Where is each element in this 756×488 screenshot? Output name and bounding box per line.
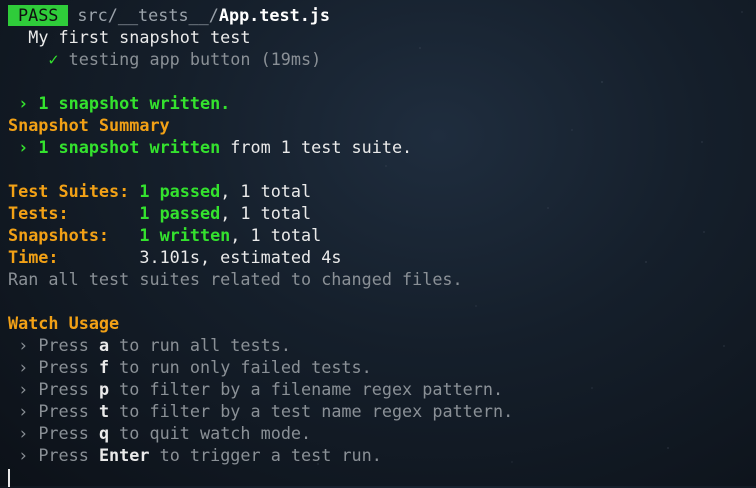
watch-item-t: › Press t to filter by a test name regex…: [8, 400, 752, 422]
watch-item-description: to quit watch mode.: [109, 423, 312, 443]
chevron-right-icon: ›: [18, 445, 29, 465]
results-footer-text: Ran all test suites related to changed f…: [8, 269, 463, 289]
chevron-right-icon: ›: [18, 357, 29, 377]
watch-item-prefix: Press: [38, 401, 99, 421]
snapshot-summary-title: Snapshot Summary: [8, 115, 170, 135]
suites-total: , 1 total: [220, 181, 312, 201]
watch-item-prefix: Press: [38, 379, 99, 399]
results-snapshots-row: Snapshots: 1 written, 1 total: [8, 224, 752, 246]
suites-label: Test Suites:: [8, 181, 130, 201]
snapshots-written: 1 written: [139, 225, 231, 245]
watch-item-description: to run all tests.: [109, 335, 291, 355]
watch-item-a: › Press a to run all tests.: [8, 334, 752, 356]
snapshot-summary-heading: Snapshot Summary: [8, 114, 752, 136]
chevron-right-icon: ›: [18, 335, 29, 355]
terminal-output: PASS src/__tests__/App.test.js My first s…: [8, 4, 752, 488]
watch-item-description: to trigger a test run.: [149, 445, 382, 465]
watch-item-key: Enter: [98, 445, 150, 465]
results-suites-row: Test Suites: 1 passed, 1 total: [8, 180, 752, 202]
chevron-right-icon: ›: [18, 137, 29, 157]
test-file-dir: src/__tests__/: [77, 5, 219, 25]
suite-name: My first snapshot test: [28, 27, 251, 47]
test-case-row: ✓ testing app button (19ms): [8, 48, 752, 70]
results-time-row: Time: 3.101s, estimated 4s: [8, 246, 752, 268]
snapshot-summary-rest: from 1 test suite.: [220, 137, 413, 157]
chevron-right-icon: ›: [18, 423, 29, 443]
pass-badge: PASS: [8, 5, 69, 26]
watch-item-key: a: [98, 335, 110, 355]
watch-item-key: p: [98, 379, 110, 399]
watch-item-description: to filter by a test name regex pattern.: [109, 401, 514, 421]
test-case-label: testing app button (19ms): [68, 49, 322, 69]
watch-item-description: to filter by a filename regex pattern.: [109, 379, 504, 399]
tests-passed: 1 passed: [139, 203, 221, 223]
watch-item-prefix: Press: [38, 335, 99, 355]
watch-item-description: to run only failed tests.: [109, 357, 372, 377]
watch-item-key: f: [98, 357, 110, 377]
chevron-right-icon: ›: [18, 93, 29, 113]
suite-row: My first snapshot test: [8, 26, 752, 48]
watch-item-prefix: Press: [38, 445, 99, 465]
watch-item-key: t: [98, 401, 110, 421]
input-prompt-line[interactable]: [8, 466, 752, 488]
snapshot-summary-highlight: 1 snapshot written: [38, 137, 221, 157]
watch-item-f: › Press f to run only failed tests.: [8, 356, 752, 378]
suites-passed: 1 passed: [139, 181, 221, 201]
check-icon: ✓: [48, 49, 59, 69]
snapshot-written-line: › 1 snapshot written.: [8, 92, 752, 114]
tests-total: , 1 total: [220, 203, 312, 223]
time-label: Time:: [8, 247, 59, 267]
watch-usage-title: Watch Usage: [8, 313, 120, 333]
results-tests-row: Tests: 1 passed, 1 total: [8, 202, 752, 224]
snapshot-summary-line: › 1 snapshot written from 1 test suite.: [8, 136, 752, 158]
watch-item-q: › Press q to quit watch mode.: [8, 422, 752, 444]
test-file-name: App.test.js: [218, 5, 331, 25]
watch-usage-heading: Watch Usage: [8, 312, 752, 334]
snapshots-total: , 1 total: [230, 225, 322, 245]
text-cursor[interactable]: [8, 469, 10, 487]
chevron-right-icon: ›: [18, 379, 29, 399]
watch-item-prefix: Press: [38, 357, 99, 377]
watch-item-key: q: [98, 423, 110, 443]
tests-label: Tests:: [8, 203, 69, 223]
time-value: 3.101s, estimated 4s: [139, 247, 342, 267]
watch-item-p: › Press p to filter by a filename regex …: [8, 378, 752, 400]
snapshot-written-text: 1 snapshot written.: [38, 93, 231, 113]
results-footer: Ran all test suites related to changed f…: [8, 268, 752, 290]
snapshots-label: Snapshots:: [8, 225, 110, 245]
watch-item-enter: › Press Enter to trigger a test run.: [8, 444, 752, 466]
watch-item-prefix: Press: [38, 423, 99, 443]
chevron-right-icon: ›: [18, 401, 29, 421]
test-file-header: PASS src/__tests__/App.test.js: [8, 4, 752, 26]
